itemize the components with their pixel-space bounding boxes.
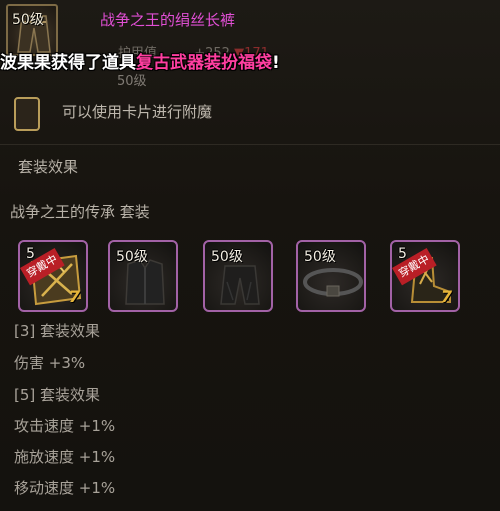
set-effect-header-5: [5] 套装效果 [14, 386, 101, 404]
stat-damage: 伤害 +3% [14, 354, 86, 372]
set-item-slot[interactable]: 50级 [296, 240, 366, 312]
set-effect-header-3: [3] 套装效果 [14, 322, 101, 340]
stat-attack-speed: 攻击速度 +1% [14, 417, 116, 435]
stat-cast-speed: 施放速度 +1% [14, 448, 116, 466]
card-slot[interactable] [14, 97, 40, 131]
section-divider [0, 144, 500, 145]
set-effect-title: 套装效果 [18, 158, 79, 176]
refine-level: 7 [68, 287, 80, 306]
enchant-hint: 可以使用卡片进行附魔 [62, 103, 213, 121]
set-item-slot[interactable]: 5 穿戴中 7 [390, 240, 460, 312]
slot-level-label: 50级 [304, 249, 336, 265]
notification-suffix: ! [272, 53, 280, 73]
slot-level-label: 50级 [116, 249, 148, 265]
item-obtained-notification: 波果果获得了道具复古武器装扮福袋! [0, 48, 280, 73]
item-level-label: 50级 [12, 12, 44, 28]
notification-prefix: 波果果获得了道具 [0, 53, 136, 73]
item-tooltip-panel: 50级 战争之王的绢丝长裤 护甲值 +252 ▼171 50级 波果果获得了道具… [0, 0, 500, 511]
set-name: 战争之王的传承 套装 [10, 203, 150, 221]
stat-move-speed: 移动速度 +1% [14, 479, 116, 497]
refine-level: 7 [440, 287, 452, 306]
set-item-slot[interactable]: 5 穿戴中 7 [18, 240, 88, 312]
notification-item: 复古武器装扮福袋 [136, 53, 272, 73]
set-item-slot[interactable]: 50级 [108, 240, 178, 312]
set-item-slot[interactable]: 50级 [203, 240, 273, 312]
item-name: 战争之王的绢丝长裤 [100, 11, 236, 29]
slot-level-label: 50级 [211, 249, 243, 265]
